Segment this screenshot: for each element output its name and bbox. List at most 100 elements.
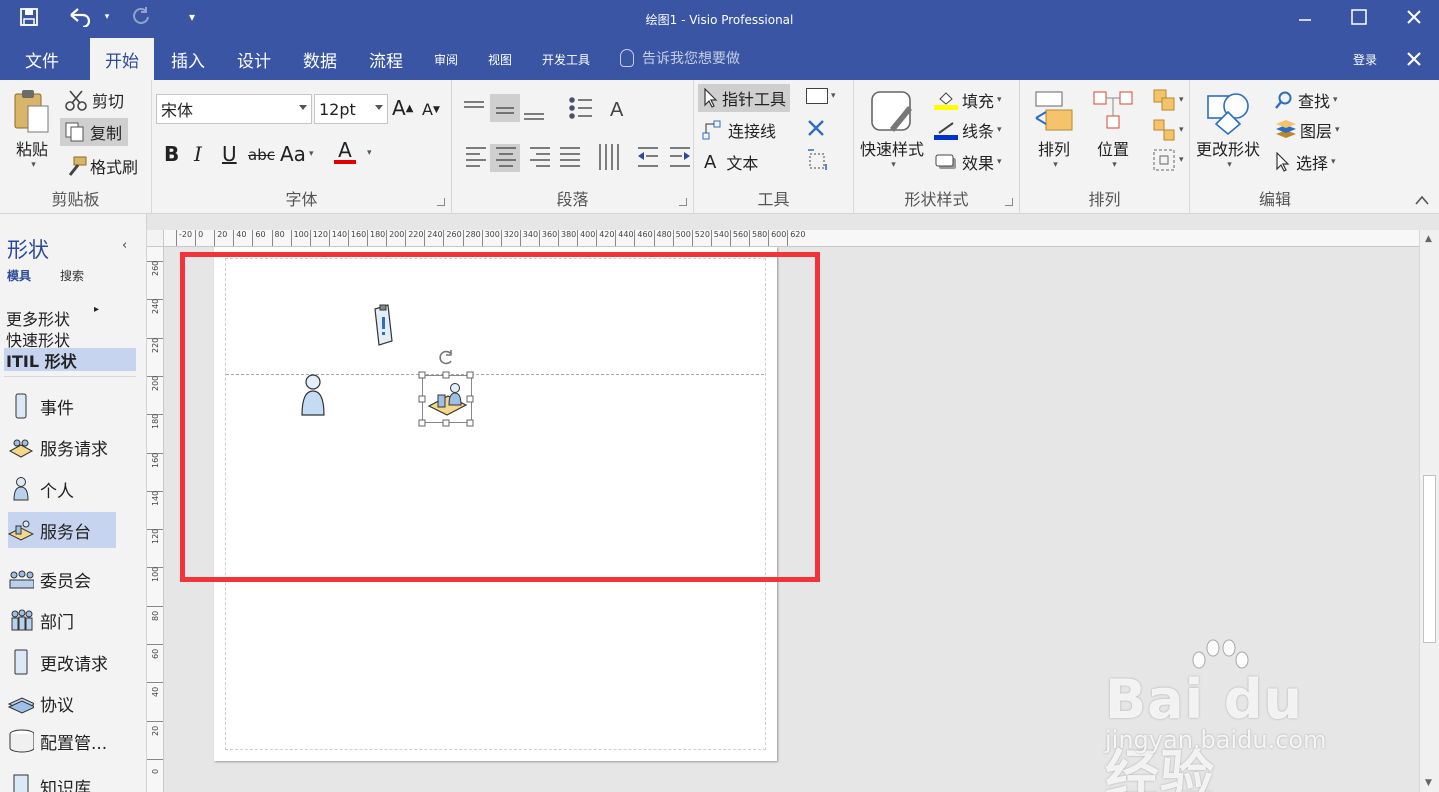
text-tool-button[interactable]: A 文本 — [704, 150, 758, 174]
font-color-dropdown-icon[interactable]: ▾ — [364, 148, 372, 158]
font-name-value: 宋体 — [161, 101, 194, 120]
arrange-button[interactable]: 排列 ▾ — [1032, 88, 1076, 170]
editing-group: 更改形状 ▾ 查找 ▾ 图层 ▾ 选择 ▾ 编辑 — [1190, 80, 1360, 214]
underline-button[interactable]: U — [222, 142, 237, 166]
scroll-down-icon[interactable]: ▼ — [1425, 778, 1432, 788]
strikethrough-button[interactable]: abc — [248, 146, 275, 164]
select-button[interactable]: 选择 ▾ — [1274, 150, 1336, 174]
minimize-icon[interactable] — [1285, 4, 1325, 30]
paragraph-alignment-icons[interactable]: A — [460, 94, 692, 174]
ruler-tick-label: 200 — [386, 230, 404, 246]
change-shape-label: 更改形状 — [1196, 140, 1261, 159]
bold-button[interactable]: B — [164, 142, 179, 166]
connection-point-icon[interactable] — [806, 148, 830, 172]
tab-search[interactable]: 搜索 — [60, 267, 84, 284]
close-x-icon[interactable] — [806, 118, 826, 138]
quick-styles-button[interactable]: 快速样式 ▾ — [860, 88, 924, 170]
ruler-tick-label: 280 — [462, 230, 481, 246]
font-color-button[interactable]: A — [334, 140, 356, 164]
font-dialog-launcher-icon[interactable] — [437, 198, 445, 206]
tab-insert[interactable]: 插入 — [160, 38, 216, 80]
window-title: 绘图1 - Visio Professional — [645, 13, 794, 27]
tab-file[interactable]: 文件 — [8, 38, 76, 80]
effects-button[interactable]: 效果 ▾ — [934, 150, 1002, 174]
shape-item-label: 个人 — [40, 481, 74, 502]
shape-item-department[interactable]: 部门 — [8, 602, 116, 638]
tab-view[interactable]: 视图 — [478, 38, 522, 80]
incident-icon — [8, 392, 34, 420]
collapse-pane-icon[interactable]: ‹ — [122, 238, 127, 253]
format-painter-label: 格式刷 — [90, 158, 139, 177]
ruler-tick-label: 220 — [147, 337, 163, 353]
shape-item-agreement[interactable]: 协议 — [8, 685, 116, 721]
scroll-up-icon[interactable]: ▲ — [1425, 234, 1432, 244]
connector-tool-button[interactable]: 连接线 — [702, 118, 776, 142]
paste-label: 粘贴 — [15, 140, 48, 159]
increase-font-size-icon[interactable]: A ▲ — [392, 96, 413, 120]
change-request-icon — [8, 648, 34, 676]
paragraph-dialog-launcher-icon[interactable] — [679, 198, 687, 206]
vertical-scrollbar[interactable]: ▲ ▼ — [1419, 230, 1439, 792]
shape-item-incident[interactable]: 事件 — [8, 388, 116, 424]
find-button[interactable]: 查找 ▾ — [1274, 88, 1338, 112]
copy-button[interactable]: 复制 — [60, 118, 129, 146]
tab-stencils[interactable]: 模具 — [7, 267, 31, 284]
shape-item-committee[interactable]: 委员会 — [8, 561, 116, 597]
tab-developer[interactable]: 开发工具 — [532, 38, 600, 80]
fill-button[interactable]: 填充 ▾ — [934, 88, 1002, 112]
rectangle-tool-button[interactable]: ▾ — [806, 88, 836, 104]
ruler-tick-label: 520 — [691, 230, 710, 246]
container-icon[interactable]: ▾ — [1152, 148, 1184, 172]
scrollbar-thumb[interactable] — [1423, 475, 1436, 643]
effects-label: 效果 — [962, 154, 995, 173]
font-size-dropdown[interactable]: 12pt — [314, 94, 388, 124]
ruler-tick-label: 140 — [147, 491, 163, 506]
pointer-tool-button[interactable]: 指针工具 — [698, 84, 791, 112]
ruler-tick-label: 160 — [347, 230, 366, 246]
ruler-tick-label: 180 — [147, 414, 163, 429]
position-label: 位置 — [1096, 140, 1129, 159]
maximize-icon[interactable] — [1339, 4, 1379, 30]
position-button[interactable]: 位置 ▾ — [1090, 88, 1136, 170]
tab-data[interactable]: 数据 — [292, 38, 348, 80]
decrease-font-size-icon[interactable]: A ▼ — [422, 100, 440, 119]
change-shape-button[interactable]: 更改形状 ▾ — [1196, 88, 1260, 170]
align-shapes-icon[interactable]: ▾ — [1152, 118, 1184, 142]
tab-home[interactable]: 开始 — [90, 38, 154, 80]
shape-styles-dialog-launcher-icon[interactable] — [1005, 198, 1013, 206]
shape-styles-group-label: 形状样式 — [904, 190, 969, 209]
collapse-ribbon-icon[interactable] — [1415, 194, 1429, 208]
line-icon — [934, 121, 958, 140]
cut-button[interactable]: 剪切 — [64, 88, 124, 112]
italic-button[interactable]: I — [194, 142, 202, 166]
font-name-dropdown[interactable]: 宋体 — [156, 94, 312, 124]
tab-design[interactable]: 设计 — [226, 38, 282, 80]
tell-me-box[interactable]: 告诉我您想要做 — [620, 48, 740, 68]
layers-button[interactable]: 图层 ▾ — [1274, 118, 1340, 142]
ruler-tick-label: 80 — [147, 605, 163, 621]
shape-item-change-request[interactable]: 更改请求 — [8, 644, 116, 680]
close-document-icon[interactable] — [1395, 38, 1433, 80]
shape-item-individual[interactable]: 个人 — [8, 471, 116, 507]
shape-item-service-desk[interactable]: 服务台 — [8, 512, 116, 548]
paste-button[interactable]: 粘贴 ▾ — [10, 88, 54, 170]
line-button[interactable]: 线条 ▾ — [934, 118, 1002, 142]
format-painter-button[interactable]: 格式刷 — [64, 154, 138, 178]
font-group: 宋体 12pt A ▲ A ▼ B I U abc Aa ▾ A ▾ 字体 — [152, 80, 452, 214]
itil-shapes-stencil[interactable]: ITIL 形状 — [4, 348, 136, 371]
group-shapes-icon[interactable]: ▾ — [1152, 88, 1184, 112]
select-label: 选择 — [1296, 154, 1329, 173]
ruler-tick-label: 580 — [749, 230, 767, 246]
ruler-tick-label: 620 — [787, 230, 805, 246]
tab-review[interactable]: 审阅 — [424, 38, 468, 80]
editing-group-label: 编辑 — [1258, 190, 1291, 209]
shape-item-knowledge-base[interactable]: 知识库 — [8, 768, 116, 792]
close-window-icon[interactable] — [1394, 4, 1434, 30]
tab-process[interactable]: 流程 — [358, 38, 414, 80]
change-case-button[interactable]: Aa ▾ — [280, 142, 313, 166]
shape-item-service-request[interactable]: 服务请求 — [8, 429, 116, 465]
shape-item-cmdb[interactable]: 配置管... — [8, 723, 116, 759]
ruler-tick-label: 460 — [634, 230, 653, 246]
sign-in-link[interactable]: 登录 — [1340, 38, 1390, 80]
ruler-tick-label: 240 — [147, 299, 163, 314]
